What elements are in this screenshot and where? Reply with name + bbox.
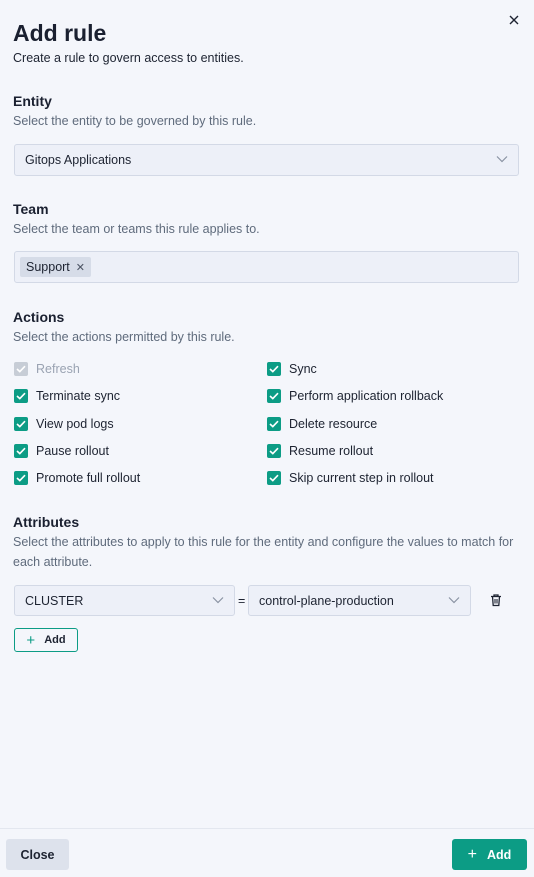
plus-icon: + — [26, 631, 36, 649]
checkbox[interactable] — [14, 444, 28, 458]
page-subtitle: Create a rule to govern access to entiti… — [13, 51, 244, 65]
action-checkbox-row[interactable]: Sync — [267, 362, 317, 376]
close-button[interactable]: Close — [6, 839, 69, 870]
action-checkbox-row[interactable]: Promote full rollout — [14, 471, 140, 485]
add-attribute-label: Add — [44, 634, 66, 646]
team-title: Team — [13, 201, 49, 217]
checkbox[interactable] — [267, 417, 281, 431]
attributes-description: Select the attributes to apply to this r… — [13, 535, 514, 569]
close-icon[interactable] — [506, 12, 522, 28]
actions-description: Select the actions permitted by this rul… — [13, 330, 235, 344]
chevron-down-icon — [212, 596, 224, 603]
add-rule-label: Add — [487, 847, 512, 862]
add-rule-button[interactable]: + Add — [452, 839, 527, 870]
page-title: Add rule — [13, 20, 107, 46]
attribute-key-select[interactable]: CLUSTER — [14, 585, 235, 616]
footer: Close + Add — [0, 828, 534, 877]
attribute-value-value: control-plane-production — [259, 593, 394, 608]
entity-select[interactable]: Gitops Applications — [14, 144, 519, 176]
action-checkbox-row[interactable]: Resume rollout — [267, 444, 373, 458]
action-label: Resume rollout — [289, 444, 374, 458]
attribute-key-value: CLUSTER — [25, 593, 84, 608]
attribute-operator: = — [238, 594, 246, 608]
entity-select-value: Gitops Applications — [25, 153, 132, 167]
team-multiselect[interactable]: Support ✕ — [14, 251, 519, 283]
action-label: Perform application rollback — [289, 389, 444, 403]
action-checkbox-row: Refresh — [14, 362, 80, 376]
action-checkbox-row[interactable]: View pod logs — [14, 417, 114, 431]
action-checkbox-row[interactable]: Perform application rollback — [267, 389, 443, 403]
action-label: Promote full rollout — [36, 471, 141, 485]
checkbox[interactable] — [14, 389, 28, 403]
action-label: Terminate sync — [36, 389, 121, 403]
attributes-title: Attributes — [13, 514, 80, 530]
checkbox[interactable] — [14, 417, 28, 431]
action-checkbox-row[interactable]: Skip current step in rollout — [267, 471, 434, 485]
chevron-down-icon — [448, 596, 460, 603]
add-rule-panel: Add rule Create a rule to govern access … — [0, 0, 534, 877]
trash-icon[interactable] — [489, 593, 503, 607]
action-label: Refresh — [36, 362, 80, 376]
checkbox — [14, 362, 28, 376]
checkbox[interactable] — [14, 471, 28, 485]
team-tag-label: Support — [26, 260, 70, 274]
action-label: Sync — [289, 362, 317, 376]
entity-title: Entity — [13, 93, 52, 109]
action-checkbox-row[interactable]: Pause rollout — [14, 444, 109, 458]
checkbox[interactable] — [267, 444, 281, 458]
checkbox[interactable] — [267, 471, 281, 485]
actions-title: Actions — [13, 309, 65, 325]
checkbox[interactable] — [267, 362, 281, 376]
plus-icon: + — [467, 845, 478, 863]
team-tag: Support ✕ — [20, 257, 91, 277]
team-description: Select the team or teams this rule appli… — [13, 222, 260, 236]
checkbox[interactable] — [267, 389, 281, 403]
action-label: View pod logs — [36, 417, 114, 431]
chevron-down-icon — [496, 156, 508, 163]
add-attribute-button[interactable]: + Add — [14, 628, 78, 652]
attribute-value-select[interactable]: control-plane-production — [248, 585, 471, 616]
entity-description: Select the entity to be governed by this… — [13, 114, 257, 128]
remove-tag-icon[interactable]: ✕ — [76, 261, 85, 274]
action-checkbox-row[interactable]: Delete resource — [267, 417, 377, 431]
action-checkbox-row[interactable]: Terminate sync — [14, 389, 120, 403]
action-label: Skip current step in rollout — [289, 471, 434, 485]
action-label: Pause rollout — [36, 444, 109, 458]
action-label: Delete resource — [289, 417, 378, 431]
